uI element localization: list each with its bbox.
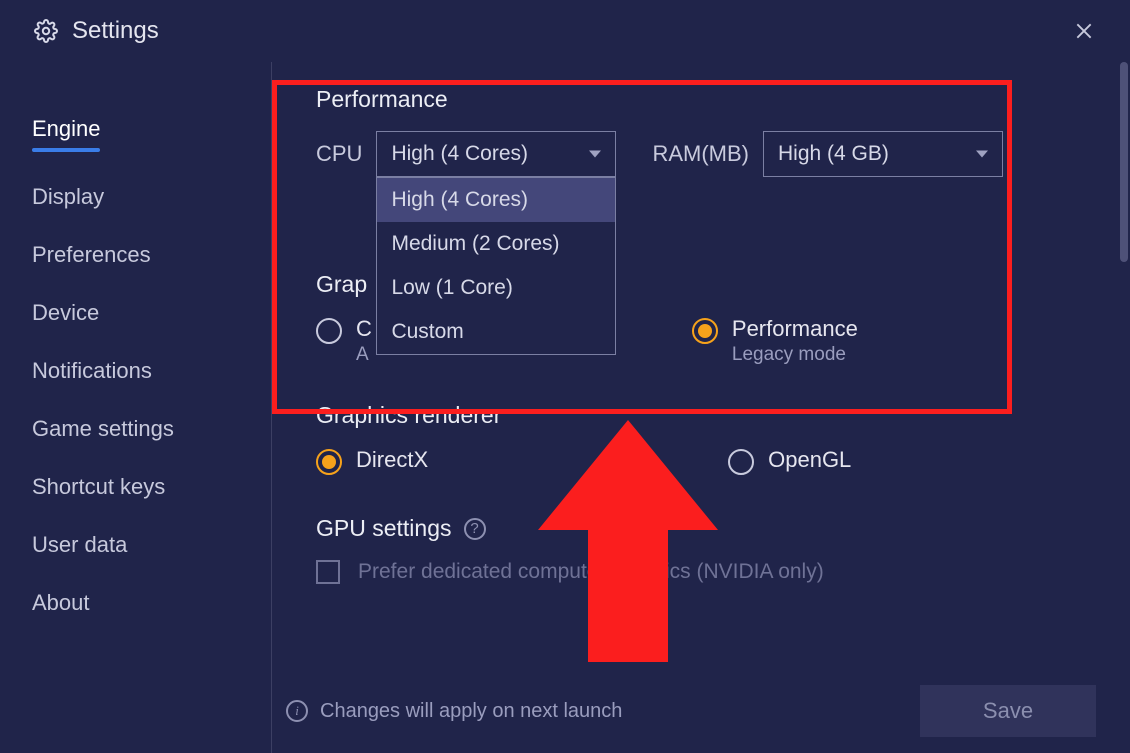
gpu-settings-title: GPU settings (316, 515, 452, 542)
sidebar-item-user-data[interactable]: User data (0, 516, 271, 574)
cpu-option-high[interactable]: High (4 Cores) (377, 178, 615, 222)
cpu-option-custom[interactable]: Custom (377, 310, 615, 354)
main-content: Performance CPU High (4 Cores) High (4 C… (272, 62, 1130, 753)
graphics-renderer-section: Graphics renderer DirectX OpenGL (316, 402, 1106, 475)
sidebar-item-label: About (32, 590, 90, 615)
sidebar-item-display[interactable]: Display (0, 168, 271, 226)
sidebar-item-engine[interactable]: Engine (0, 100, 271, 168)
radio-unchecked-icon[interactable] (728, 449, 754, 475)
help-icon[interactable]: ? (464, 518, 486, 540)
renderer-opengl-label: OpenGL (768, 447, 851, 473)
sidebar-item-device[interactable]: Device (0, 284, 271, 342)
close-button[interactable] (1066, 13, 1102, 49)
graphics-engine-option-1[interactable]: C A (316, 316, 372, 366)
cpu-label: CPU (316, 141, 362, 167)
ram-label: RAM(MB) (652, 141, 749, 167)
cpu-select-dropdown: High (4 Cores) Medium (2 Cores) Low (1 C… (376, 177, 616, 355)
scrollbar-thumb[interactable] (1120, 62, 1128, 262)
cpu-option-low[interactable]: Low (1 Core) (377, 266, 615, 310)
footer-info-text: Changes will apply on next launch (320, 700, 622, 723)
active-underline (32, 148, 100, 152)
save-button-label: Save (983, 698, 1033, 724)
sidebar-item-label: User data (32, 532, 127, 557)
sidebar-item-notifications[interactable]: Notifications (0, 342, 271, 400)
performance-title: Performance (316, 86, 1106, 113)
graphics-renderer-title: Graphics renderer (316, 402, 1106, 429)
sidebar-item-game-settings[interactable]: Game settings (0, 400, 271, 458)
sidebar-item-label: Preferences (32, 242, 151, 267)
info-icon: i (286, 700, 308, 722)
save-button[interactable]: Save (920, 685, 1096, 737)
sidebar-item-label: Game settings (32, 416, 174, 441)
sidebar: Engine Display Preferences Device Notifi… (0, 62, 272, 753)
sidebar-item-label: Display (32, 184, 104, 209)
chevron-down-icon (976, 151, 988, 158)
cpu-select[interactable]: High (4 Cores) High (4 Cores) Medium (2 … (376, 131, 616, 177)
renderer-option-directx[interactable]: DirectX (316, 447, 428, 475)
sidebar-item-preferences[interactable]: Preferences (0, 226, 271, 284)
gpu-dedicated-checkbox[interactable] (316, 560, 340, 584)
graphics-engine-performance-label: Performance (732, 316, 858, 342)
sidebar-item-about[interactable]: About (0, 574, 271, 632)
renderer-directx-label: DirectX (356, 447, 428, 473)
graphics-engine-option-1-label-partial: C (356, 316, 372, 342)
cpu-option-medium[interactable]: Medium (2 Cores) (377, 222, 615, 266)
ram-select[interactable]: High (4 GB) (763, 131, 1003, 177)
radio-checked-icon[interactable] (692, 318, 718, 344)
sidebar-item-label: Shortcut keys (32, 474, 165, 499)
ram-select-value: High (4 GB) (778, 142, 889, 166)
cpu-select-value: High (4 Cores) (391, 142, 528, 166)
sidebar-item-label: Device (32, 300, 99, 325)
header: Settings (0, 0, 1130, 62)
graphics-engine-option-performance[interactable]: Performance Legacy mode (692, 316, 858, 366)
graphics-engine-option-1-sub-partial: A (356, 344, 372, 366)
chevron-down-icon (589, 151, 601, 158)
sidebar-item-shortcut-keys[interactable]: Shortcut keys (0, 458, 271, 516)
footer: i Changes will apply on next launch Save (286, 685, 1096, 737)
radio-unchecked-icon[interactable] (316, 318, 342, 344)
gear-icon (34, 19, 58, 43)
sidebar-item-label: Notifications (32, 358, 152, 383)
page-title: Settings (72, 17, 159, 45)
sidebar-item-label: Engine (32, 116, 101, 141)
renderer-option-opengl[interactable]: OpenGL (728, 447, 851, 475)
performance-section: Performance CPU High (4 Cores) High (4 C… (316, 86, 1106, 177)
graphics-engine-performance-sub: Legacy mode (732, 344, 858, 366)
gpu-settings-section: GPU settings ? Prefer dedicated computer… (316, 515, 1106, 584)
radio-checked-icon[interactable] (316, 449, 342, 475)
gpu-dedicated-label: Prefer dedicated computer graphics (NVID… (358, 560, 824, 584)
